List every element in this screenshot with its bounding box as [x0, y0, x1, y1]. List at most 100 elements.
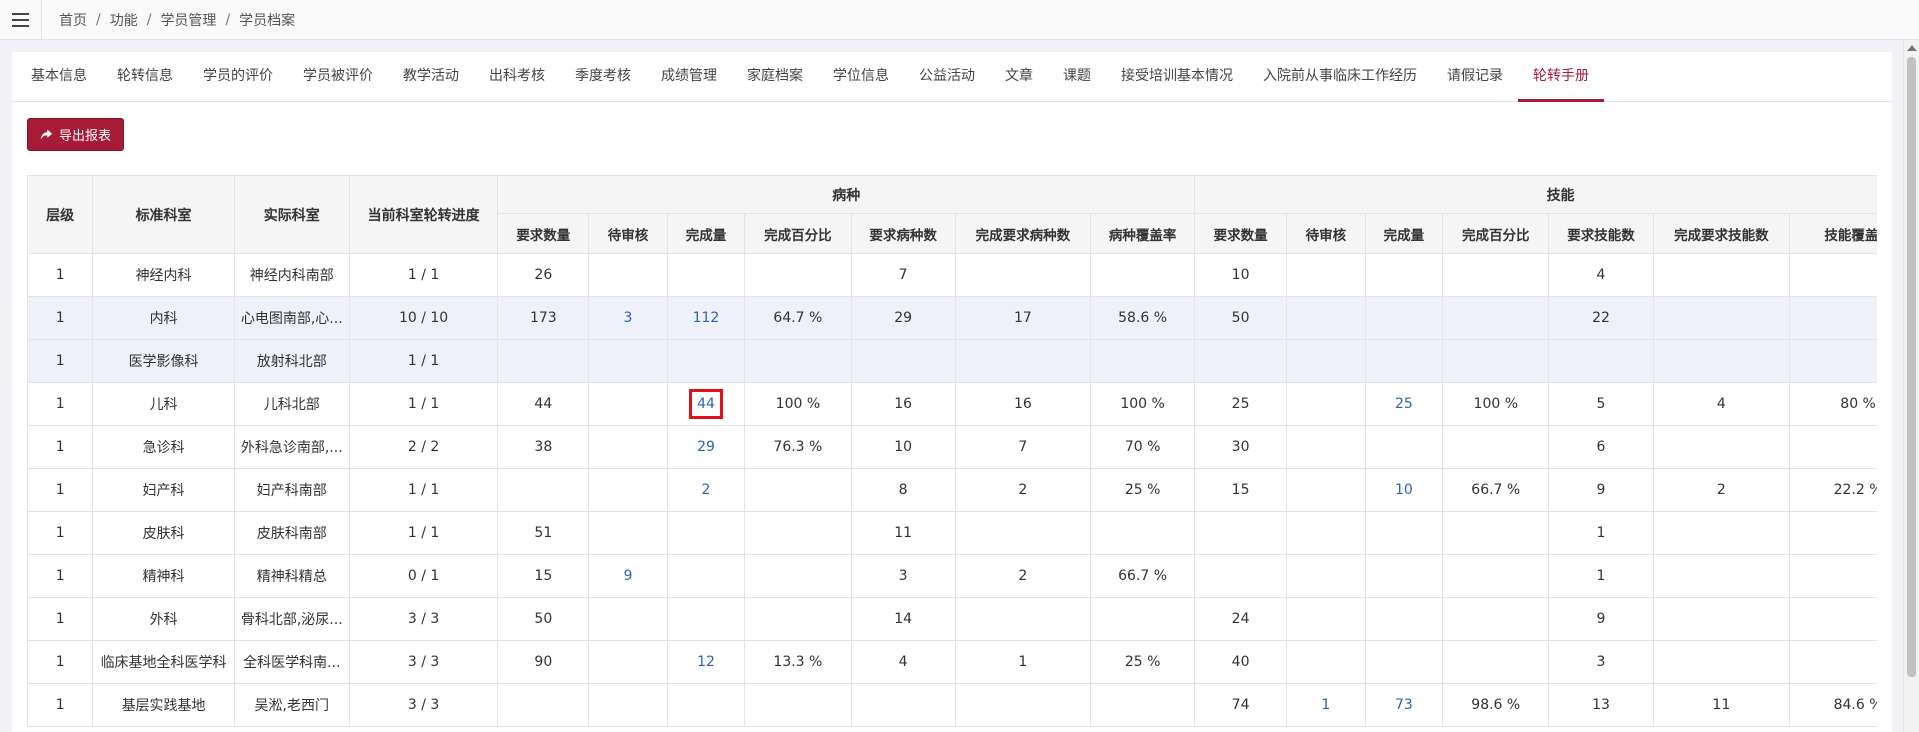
tab-13[interactable]: 接受培训基本情况 [1106, 52, 1248, 102]
table-cell[interactable]: 12 [666, 640, 746, 684]
table-cell[interactable]: 73 [1364, 683, 1444, 727]
scroll-up-arrow-icon[interactable] [1906, 45, 1917, 51]
cell-link[interactable]: 29 [697, 439, 715, 455]
table-cell: 16 [850, 382, 956, 426]
tab-11[interactable]: 文章 [990, 52, 1048, 102]
table-cell [1286, 597, 1366, 641]
cell-link[interactable]: 1 [1321, 697, 1330, 713]
table-cell: 2 [1652, 468, 1791, 512]
tab-2[interactable]: 学员的评价 [188, 52, 288, 102]
cell-link[interactable]: 73 [1395, 697, 1413, 713]
tab-16[interactable]: 轮转手册 [1518, 52, 1604, 102]
table-cell [1364, 339, 1444, 383]
cell-link[interactable]: 9 [624, 568, 633, 584]
page-scrollbar[interactable] [1903, 40, 1919, 732]
header-disease-col-2: 完成量 [666, 213, 746, 254]
table-cell[interactable]: 112 [666, 296, 746, 340]
table-cell: 心电图南部,心... [233, 296, 350, 340]
table-cell[interactable]: 2 [666, 468, 746, 512]
tab-8[interactable]: 家庭档案 [732, 52, 818, 102]
table-cell [1789, 425, 1877, 469]
table-cell: 100 % [1442, 382, 1550, 426]
table-cell [1789, 296, 1877, 340]
table-cell: 22.2 % [1789, 468, 1877, 512]
table-row: 1妇产科妇产科南部1 / 128225 %151066.7 %9222.2 % [27, 468, 1877, 512]
table-cell [1286, 554, 1366, 598]
export-report-button[interactable]: 导出报表 [27, 118, 125, 151]
table-cell[interactable]: 44 [666, 382, 746, 426]
table-cell [1286, 425, 1366, 469]
table-cell[interactable]: 29 [666, 425, 746, 469]
table-cell [1652, 253, 1791, 297]
table-cell: 50 [497, 597, 590, 641]
table-cell [850, 339, 956, 383]
table-cell: 2 [954, 468, 1092, 512]
cell-link[interactable]: 3 [624, 310, 633, 326]
cell-link[interactable]: 10 [1395, 482, 1413, 498]
table-cell: 1 [27, 253, 94, 297]
cell-link[interactable]: 12 [697, 654, 715, 670]
tab-15[interactable]: 请假记录 [1432, 52, 1518, 102]
table-cell [497, 468, 590, 512]
table-cell: 1 [1548, 554, 1654, 598]
table-cell [1286, 296, 1366, 340]
table-cell [1442, 296, 1550, 340]
header-disease-col-6: 病种覆盖率 [1090, 213, 1196, 254]
table-cell: 精神科 [92, 554, 235, 598]
table-cell [1442, 253, 1550, 297]
tab-bar: 基本信息 轮转信息 学员的评价 学员被评价 教学活动 出科考核 季度考核 成绩管理 家庭档案 学位… [12, 52, 1892, 102]
table-cell: 8 [850, 468, 956, 512]
table-cell: 100 % [744, 382, 852, 426]
breadcrumb-student-management[interactable]: 学员管理 [160, 10, 216, 30]
table-cell [1548, 339, 1654, 383]
table-cell[interactable]: 3 [588, 296, 668, 340]
tab-6[interactable]: 季度考核 [560, 52, 646, 102]
table-cell[interactable]: 1 [1286, 683, 1366, 727]
tab-12[interactable]: 课题 [1048, 52, 1106, 102]
table-cell: 30 [1194, 425, 1288, 469]
table-cell [1442, 339, 1550, 383]
table-cell [744, 253, 852, 297]
table-cell [954, 253, 1092, 297]
table-cell: 1 [27, 640, 94, 684]
hamburger-menu-icon[interactable] [0, 0, 42, 40]
share-arrow-icon [40, 129, 53, 140]
table-cell [588, 597, 668, 641]
table-cell [1652, 597, 1791, 641]
tab-0[interactable]: 基本信息 [16, 52, 102, 102]
tab-3[interactable]: 学员被评价 [288, 52, 388, 102]
tab-7[interactable]: 成绩管理 [646, 52, 732, 102]
table-cell [954, 597, 1092, 641]
cell-link[interactable]: 44 [689, 389, 723, 419]
breadcrumb-home[interactable]: 首页 [59, 10, 87, 30]
table-cell: 1 [27, 554, 94, 598]
tab-10[interactable]: 公益活动 [904, 52, 990, 102]
tab-5[interactable]: 出科考核 [474, 52, 560, 102]
tab-1[interactable]: 轮转信息 [102, 52, 188, 102]
breadcrumb-current: 学员档案 [239, 12, 296, 29]
table-cell: 7 [850, 253, 956, 297]
table-cell [1364, 253, 1444, 297]
table-cell[interactable]: 9 [588, 554, 668, 598]
header-disease-col-0: 要求数量 [497, 213, 590, 254]
table-cell [666, 339, 746, 383]
tab-14[interactable]: 入院前从事临床工作经历 [1248, 52, 1432, 102]
cell-link[interactable]: 2 [702, 482, 711, 498]
header-actual-department: 实际科室 [233, 175, 350, 254]
table-cell: 100 % [1090, 382, 1196, 426]
breadcrumb-separator: / [146, 11, 152, 28]
table-cell [744, 468, 852, 512]
scrollbar-thumb[interactable] [1907, 57, 1916, 677]
header-disease-col-4: 要求病种数 [850, 213, 956, 254]
table-cell[interactable]: 25 [1364, 382, 1444, 426]
table-cell: 29 [850, 296, 956, 340]
breadcrumb-function[interactable]: 功能 [110, 10, 138, 30]
table-cell: 1 / 1 [348, 339, 499, 383]
table-cell: 51 [497, 511, 590, 555]
cell-link[interactable]: 112 [693, 310, 720, 326]
tab-4[interactable]: 教学活动 [388, 52, 474, 102]
table-cell[interactable]: 10 [1364, 468, 1444, 512]
cell-link[interactable]: 25 [1395, 396, 1413, 412]
table-cell: 1 [27, 296, 94, 340]
tab-9[interactable]: 学位信息 [818, 52, 904, 102]
